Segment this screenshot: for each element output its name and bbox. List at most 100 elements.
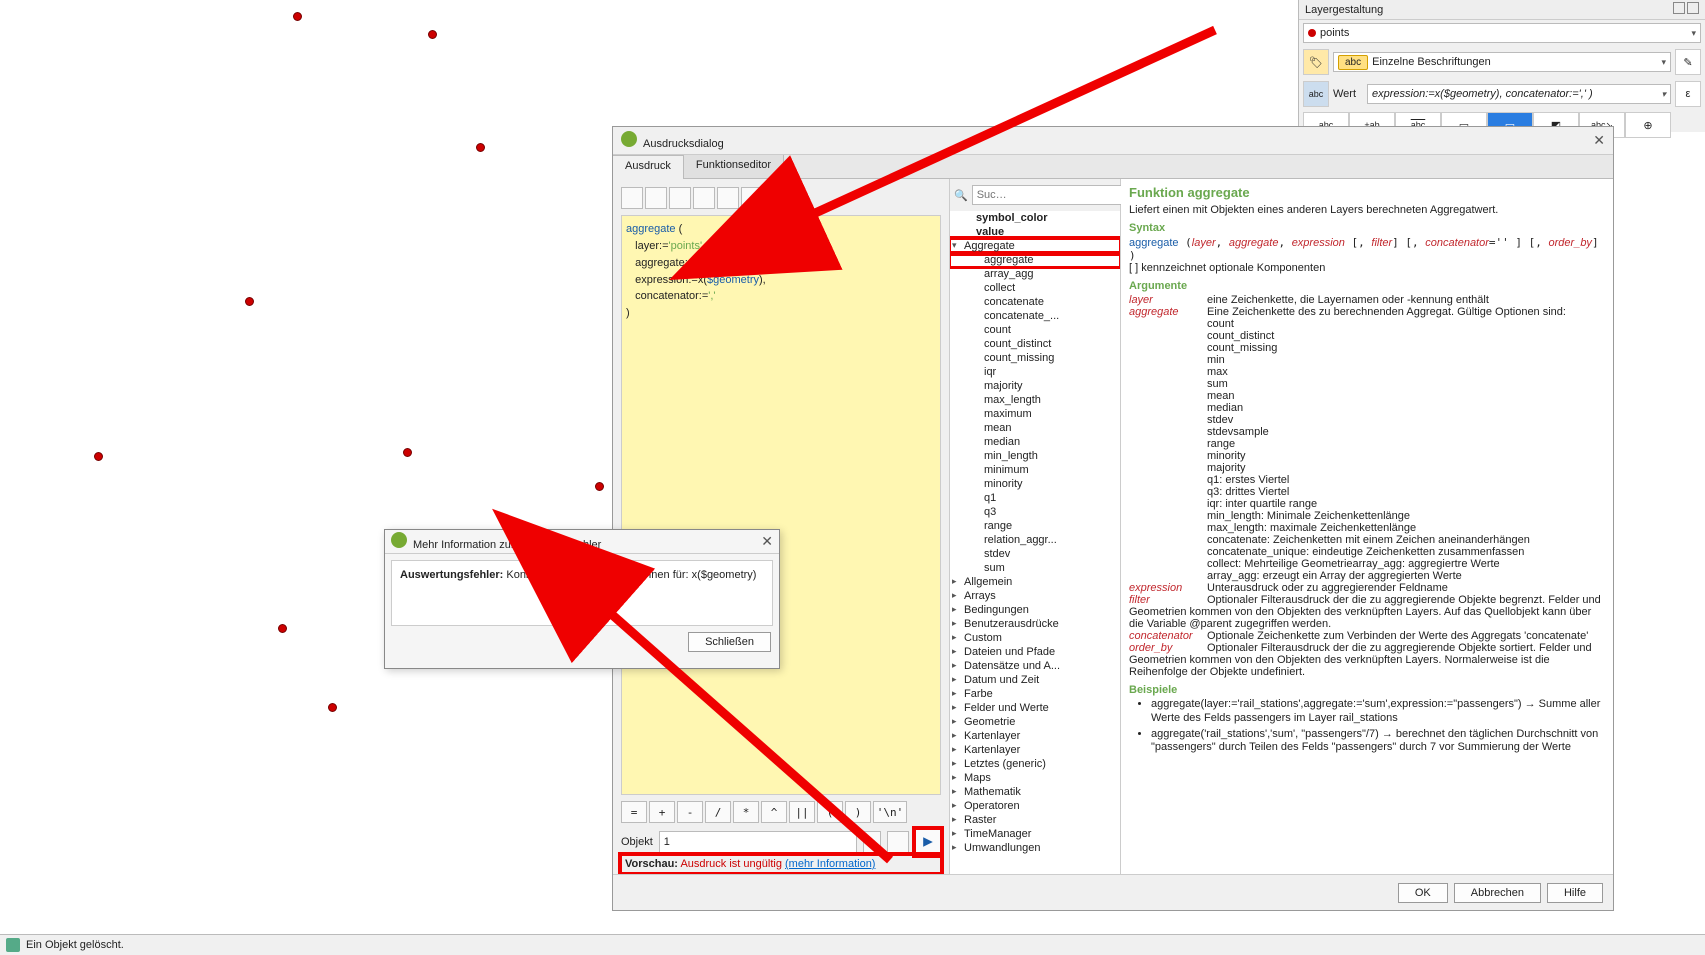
tree-item[interactable]: minimum [950, 463, 1120, 477]
export-expression-button[interactable] [741, 187, 763, 209]
placement-tab[interactable]: ⊕ [1625, 112, 1671, 138]
tree-item[interactable]: max_length [950, 393, 1120, 407]
tree-item[interactable]: relation_aggr... [950, 533, 1120, 547]
tree-item[interactable]: array_agg [950, 267, 1120, 281]
tree-item[interactable]: aggregate [950, 253, 1120, 267]
tree-item[interactable]: mean [950, 421, 1120, 435]
op-lparen[interactable]: ( [817, 801, 843, 823]
tree-item[interactable]: iqr [950, 365, 1120, 379]
agg-option: q1: erstes Viertel [1207, 474, 1605, 486]
cancel-button[interactable]: Abbrechen [1454, 883, 1541, 903]
tree-group[interactable]: Dateien und Pfade [950, 645, 1120, 659]
tree-item[interactable]: majority [950, 379, 1120, 393]
layer-dropdown[interactable]: points [1303, 23, 1701, 43]
tree-item[interactable]: value [950, 225, 1120, 239]
tree-group[interactable]: Kartenlayer [950, 743, 1120, 757]
op-eq[interactable]: = [621, 801, 647, 823]
tree-item[interactable]: count_distinct [950, 337, 1120, 351]
tree-group[interactable]: TimeManager [950, 827, 1120, 841]
label-mode-dropdown[interactable]: abc Einzelne Beschriftungen [1333, 52, 1671, 72]
tree-group[interactable]: Farbe [950, 687, 1120, 701]
tree-item[interactable]: sum [950, 561, 1120, 575]
object-dropdown-button[interactable]: ▾ [863, 831, 881, 853]
tree-group[interactable]: Geometrie [950, 715, 1120, 729]
tree-group[interactable]: Custom [950, 631, 1120, 645]
object-next-button[interactable] [915, 829, 941, 855]
import-expression-button[interactable] [717, 187, 739, 209]
tab-expression[interactable]: Ausdruck [613, 155, 684, 179]
help-button[interactable]: Hilfe [1547, 883, 1603, 903]
op-newline[interactable]: '\n' [873, 801, 907, 823]
tree-item[interactable]: min_length [950, 449, 1120, 463]
tree-group[interactable]: Maps [950, 771, 1120, 785]
tree-item[interactable]: q1 [950, 491, 1120, 505]
wert-dropdown[interactable]: expression:=x($geometry), concatenator:=… [1367, 84, 1671, 104]
dialog-titlebar[interactable]: Ausdrucksdialog ✕ [613, 127, 1613, 155]
tree-item[interactable]: collect [950, 281, 1120, 295]
symbology-tab-icon[interactable]: abc [1303, 81, 1329, 107]
tree-item[interactable]: q3 [950, 505, 1120, 519]
tree-item[interactable]: median [950, 435, 1120, 449]
op-minus[interactable]: - [677, 801, 703, 823]
op-rparen[interactable]: ) [845, 801, 871, 823]
tree-group[interactable]: Letztes (generic) [950, 757, 1120, 771]
object-prev-button[interactable] [887, 831, 909, 853]
function-tree[interactable]: symbol_color value Aggregate aggregatear… [950, 211, 1120, 874]
operator-row: = + - / * ^ || ( ) '\n' [621, 801, 941, 823]
error-titlebar[interactable]: Mehr Information zum Ausdrucksfehler ✕ [385, 530, 779, 554]
tree-item[interactable]: stdev [950, 547, 1120, 561]
edit-expression-button[interactable] [669, 187, 691, 209]
agg-option: count_distinct [1207, 330, 1605, 342]
tree-group-aggregate[interactable]: Aggregate [950, 239, 1120, 253]
tree-group[interactable]: Bedingungen [950, 603, 1120, 617]
preview-more-info-link[interactable]: (mehr Information) [785, 858, 875, 870]
expression-editor[interactable]: aggregate ( layer:='points', aggregate:=… [621, 215, 941, 795]
tree-item[interactable]: symbol_color [950, 211, 1120, 225]
tree-group[interactable]: Kartenlayer [950, 729, 1120, 743]
error-label: Auswertungsfehler: [400, 569, 503, 581]
tree-group[interactable]: Mathematik [950, 785, 1120, 799]
qgis-icon [621, 131, 637, 147]
ok-button[interactable]: OK [1398, 883, 1448, 903]
agg-option: max [1207, 366, 1605, 378]
op-pow[interactable]: ^ [761, 801, 787, 823]
op-plus[interactable]: + [649, 801, 675, 823]
tree-item[interactable]: concatenate_... [950, 309, 1120, 323]
labels-tab-icon[interactable]: 🏷 [1303, 49, 1329, 75]
status-bar: Ein Objekt gelöscht. [0, 934, 1705, 955]
close-button[interactable]: Schließen [688, 632, 771, 652]
tab-function-editor[interactable]: Funktionseditor [684, 155, 784, 178]
search-input[interactable] [972, 185, 1124, 205]
op-div[interactable]: / [705, 801, 731, 823]
tree-group[interactable]: Arrays [950, 589, 1120, 603]
op-mul[interactable]: * [733, 801, 759, 823]
tree-group[interactable]: Allgemein [950, 575, 1120, 589]
tree-item[interactable]: count [950, 323, 1120, 337]
delete-expression-button[interactable] [693, 187, 715, 209]
preview-label: Vorschau: [625, 858, 678, 870]
tree-group[interactable]: Benutzerausdrücke [950, 617, 1120, 631]
tree-item[interactable]: minority [950, 477, 1120, 491]
undock-icon[interactable] [1673, 2, 1685, 14]
new-expression-button[interactable] [621, 187, 643, 209]
tree-item[interactable]: maximum [950, 407, 1120, 421]
tree-group[interactable]: Umwandlungen [950, 841, 1120, 855]
tree-group[interactable]: Datum und Zeit [950, 673, 1120, 687]
close-icon[interactable]: ✕ [761, 533, 773, 550]
tree-item[interactable]: count_missing [950, 351, 1120, 365]
op-concat[interactable]: || [789, 801, 815, 823]
close-icon[interactable]: ✕ [1593, 132, 1605, 149]
object-input[interactable] [659, 831, 857, 853]
save-expression-button[interactable] [645, 187, 667, 209]
tree-item[interactable]: range [950, 519, 1120, 533]
tree-group[interactable]: Datensätze und A... [950, 659, 1120, 673]
tree-group[interactable]: Raster [950, 813, 1120, 827]
label-mode-text: Einzelne Beschriftungen [1372, 56, 1491, 68]
tree-item[interactable]: concatenate [950, 295, 1120, 309]
expression-builder-button[interactable]: ε [1675, 81, 1701, 107]
example-item: aggregate(layer:='rail_stations',aggrega… [1151, 698, 1605, 726]
tree-group[interactable]: Felder und Werte [950, 701, 1120, 715]
tree-group[interactable]: Operatoren [950, 799, 1120, 813]
label-settings-button[interactable]: ✎ [1675, 49, 1701, 75]
close-panel-icon[interactable] [1687, 2, 1699, 14]
